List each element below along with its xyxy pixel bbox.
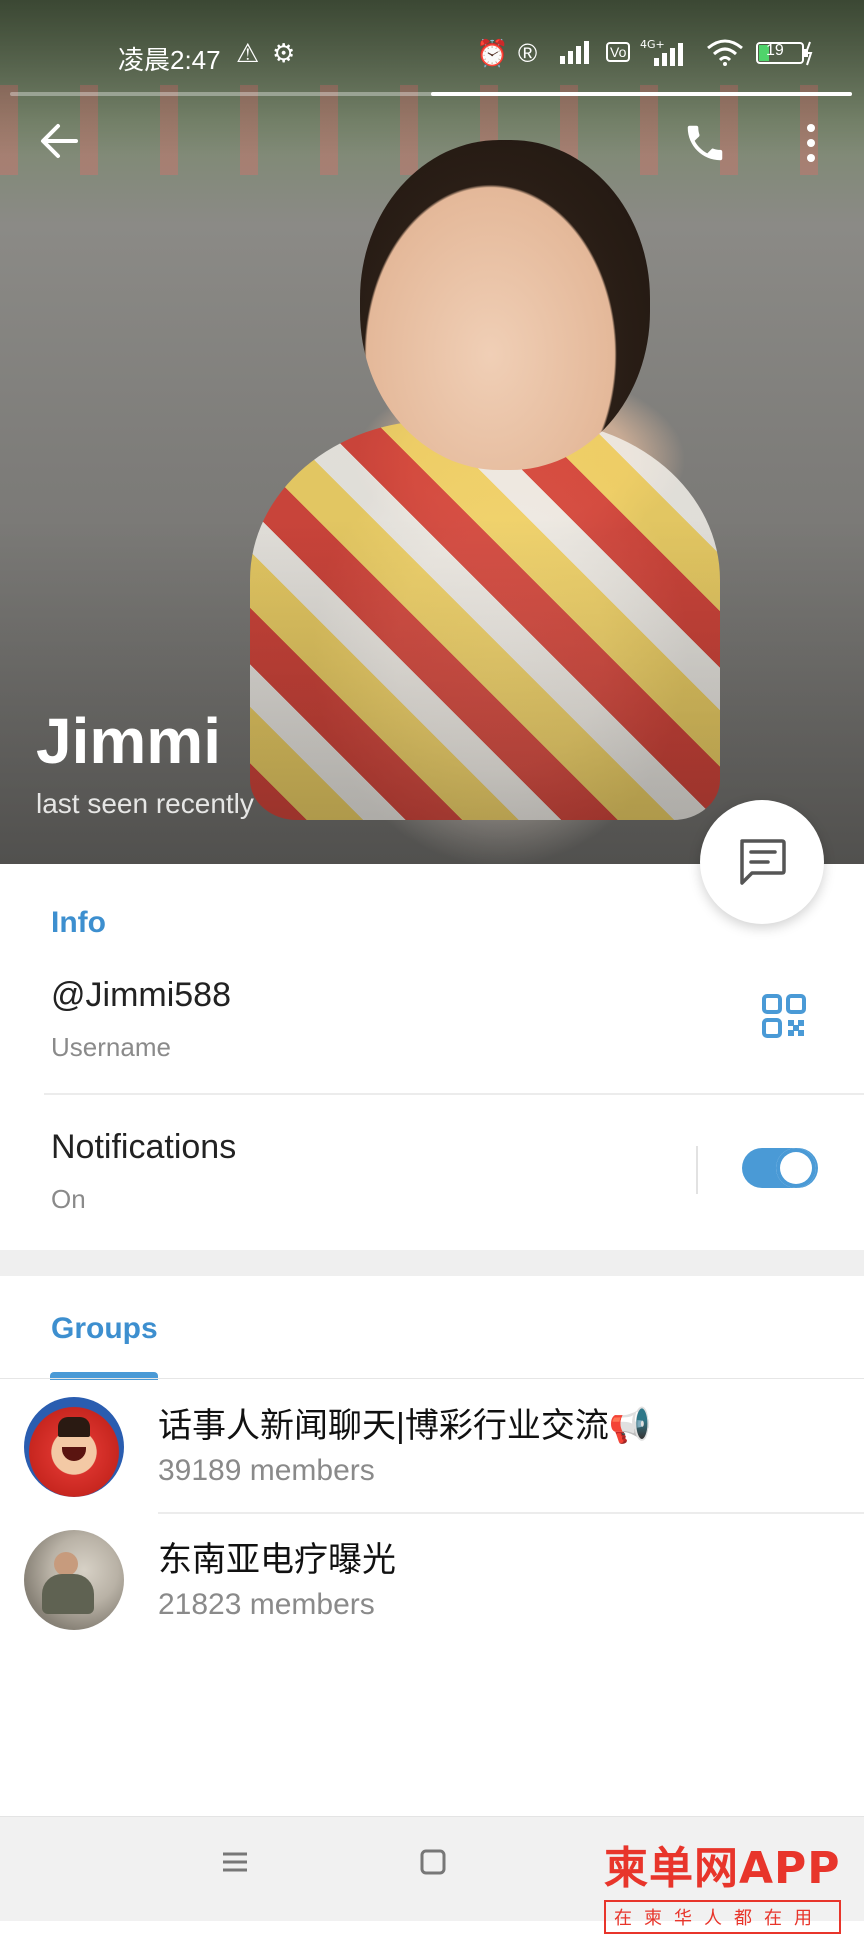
signal-4g-icon: 4G+ [640,38,690,75]
group-avatar [24,1530,124,1630]
message-icon [740,839,786,885]
home-square-icon [420,1849,446,1875]
battery-icon [756,40,814,73]
status-time: 凌晨2:47 [118,45,221,75]
battery-level: 19 [766,42,784,59]
profile-last-seen: last seen recently [36,788,254,819]
watermark-logo: 柬单网APP 在柬华人都在用 [604,1832,841,1934]
more-options-button[interactable] [802,122,820,169]
info-section-title: Info [51,906,106,939]
toggle-knob [776,1148,816,1188]
notifications-toggle[interactable] [742,1148,818,1188]
signal-icon [560,38,596,71]
group-name: 东南亚电疗曝光 [158,1541,396,1579]
more-vertical-icon [807,124,815,162]
notifications-value: On [51,1184,86,1214]
tabs-divider [0,1378,864,1379]
warning-icon: ⚠ [236,38,260,68]
avatar-mouth [62,1447,86,1461]
back-button[interactable] [38,120,80,167]
watermark-slogan: 在柬华人都在用 [604,1900,841,1934]
avatar-face [54,1552,78,1576]
recent-apps-button[interactable] [222,1851,248,1878]
tab-groups[interactable]: Groups [51,1312,158,1346]
notifications-separator [696,1146,698,1194]
qr-code-button[interactable] [762,994,806,1043]
avatar-body [42,1574,94,1614]
home-button[interactable] [420,1849,446,1880]
username-value[interactable]: @Jimmi588 [51,976,231,1015]
profile-name: Jimmi [36,705,221,777]
wifi-icon [706,38,744,73]
group-member-count: 21823 members [158,1588,375,1621]
group-member-count: 39189 members [158,1454,375,1487]
menu-icon [223,1852,247,1872]
group-avatar [24,1397,124,1497]
watermark-brand: 柬单网APP [604,1843,841,1894]
svg-text:4G+: 4G+ [640,38,665,51]
story-progress-track [10,92,852,96]
status-bar: 凌晨2:47 ⚠ ⚙ ⏰ ® Vo 4G+ 19 [0,36,864,76]
registered-icon: ® [518,38,538,68]
alarm-icon: ⏰ [476,38,509,68]
call-button[interactable] [682,120,728,171]
volte-icon: Vo [606,42,631,62]
phone-icon [687,125,723,161]
info-divider [44,1093,864,1095]
notifications-label: Notifications [51,1128,237,1166]
send-message-button[interactable] [700,800,824,924]
settings-gear-icon: ⚙ [272,38,296,68]
username-label: Username [51,1032,171,1062]
avatar-hair [58,1417,90,1437]
story-progress-fill [431,92,852,96]
qr-code-icon [762,994,806,1038]
group-divider [158,1512,864,1514]
group-name: 话事人新闻聊天|博彩行业交流📢 [158,1407,652,1445]
back-arrow-icon [41,124,78,158]
section-gap [0,1250,864,1276]
